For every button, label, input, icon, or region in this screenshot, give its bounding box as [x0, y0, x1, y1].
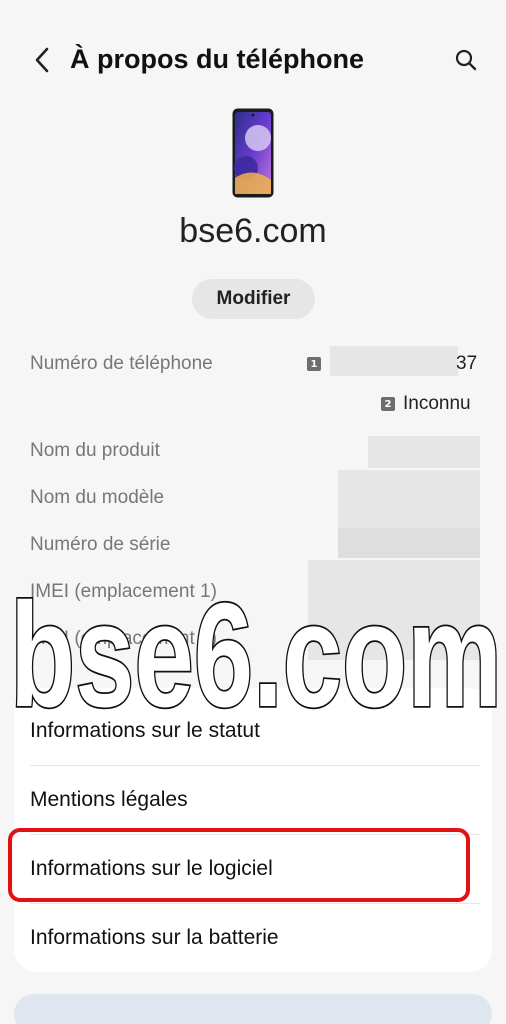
- sim1-icon: 1: [307, 357, 321, 371]
- model-name-label: Nom du modèle: [30, 487, 165, 508]
- highlight-frame: [8, 828, 470, 902]
- device-name: bse6.com: [179, 212, 327, 250]
- sim2-icon: 2: [381, 397, 395, 411]
- redacted-serial-number: [338, 528, 480, 558]
- redacted-model-name: [338, 470, 480, 528]
- app-header: À propos du téléphone: [0, 0, 506, 120]
- phone-device-icon: [232, 108, 274, 198]
- page-title: À propos du téléphone: [70, 44, 364, 74]
- next-card: [14, 994, 492, 1024]
- divider: [30, 903, 480, 904]
- divider: [30, 765, 480, 766]
- watermark-logo: bse6.com: [8, 594, 504, 724]
- watermark-text: bse6.com: [10, 594, 502, 724]
- modify-button[interactable]: Modifier: [192, 279, 315, 319]
- chevron-left-icon: [35, 47, 49, 73]
- product-name-label: Nom du produit: [30, 440, 160, 461]
- search-button[interactable]: [446, 40, 486, 80]
- redacted-product-name: [368, 436, 480, 468]
- legal-notices-item[interactable]: Mentions légales: [30, 788, 188, 812]
- sim2-value: Inconnu: [403, 393, 471, 414]
- search-icon: [455, 49, 477, 71]
- serial-number-label: Numéro de série: [30, 534, 171, 555]
- battery-info-item[interactable]: Informations sur la batterie: [30, 926, 279, 950]
- back-button[interactable]: [22, 40, 62, 80]
- phone-number-suffix: 37: [456, 353, 478, 374]
- phone-number-label: Numéro de téléphone: [30, 353, 213, 374]
- redacted-phone-number: [330, 346, 458, 376]
